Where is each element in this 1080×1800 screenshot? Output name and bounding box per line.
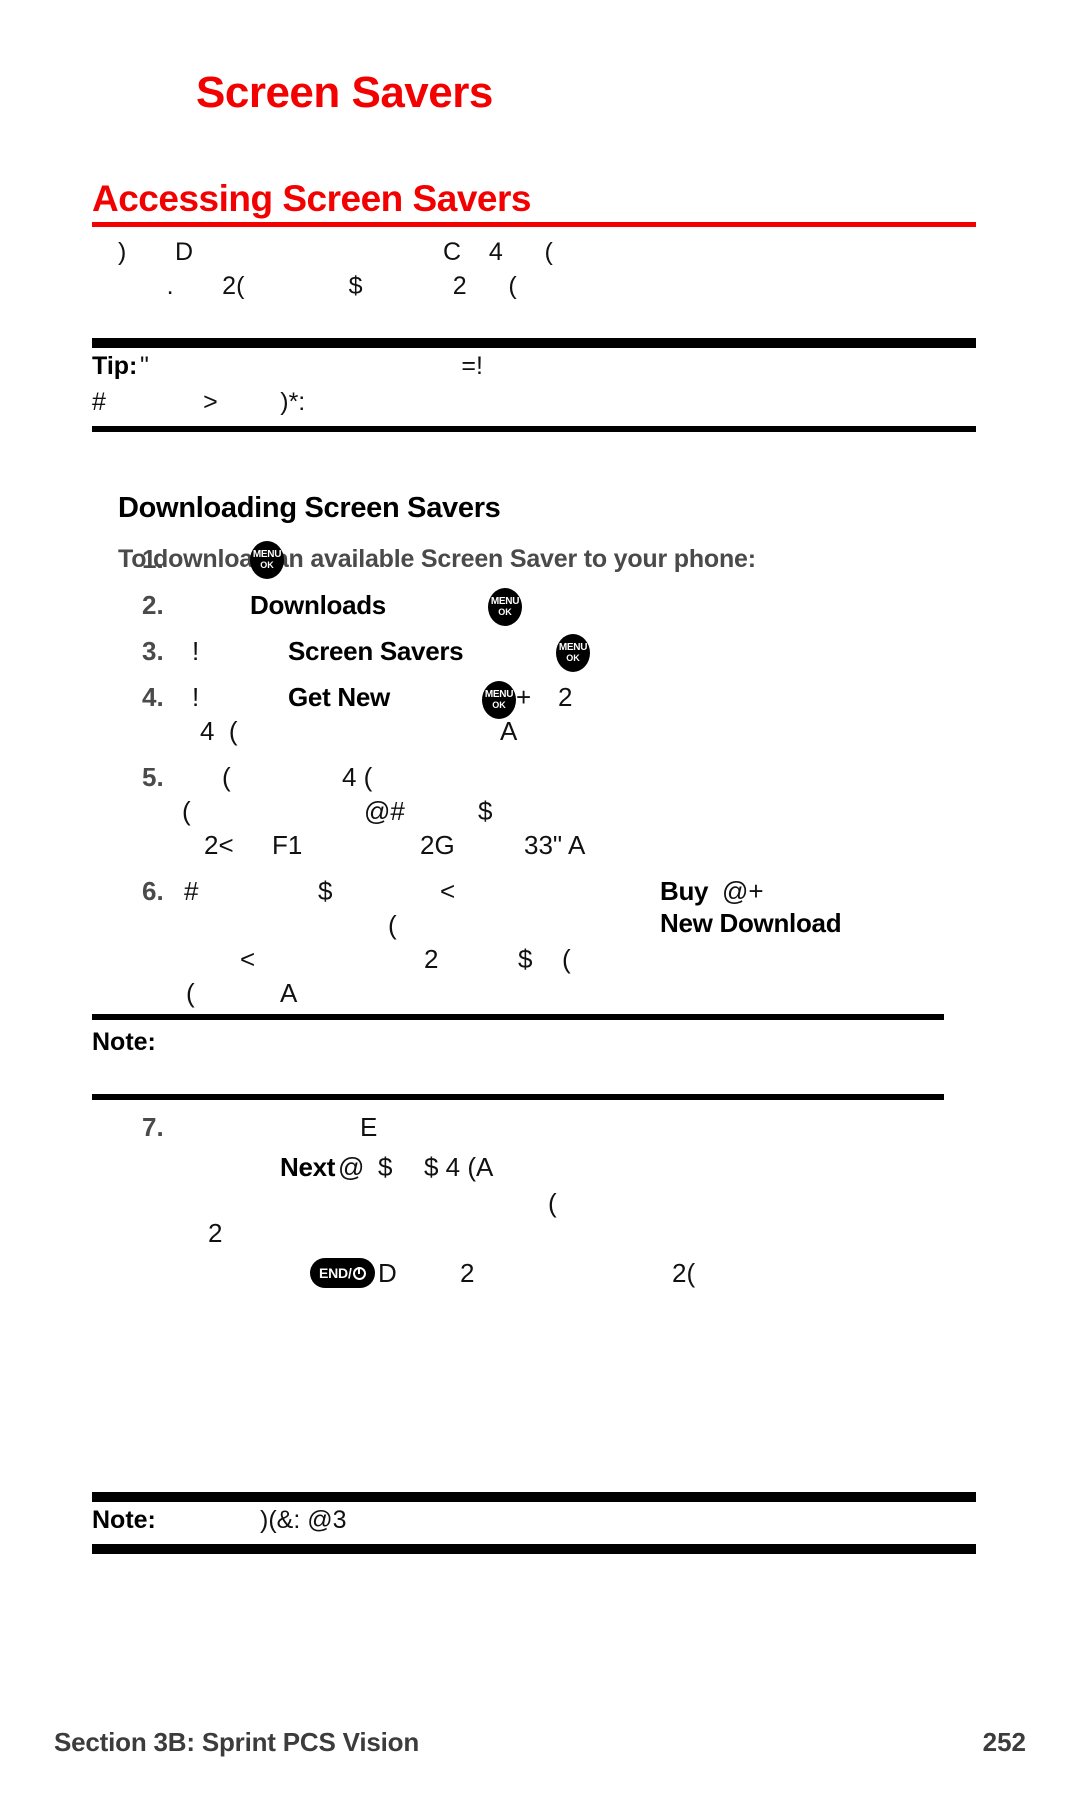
- document-page: Screen Savers Accessing Screen Savers ) …: [0, 0, 1080, 1800]
- step-4-glyph-plus: +: [516, 682, 532, 712]
- tip-box-top-rule: [92, 338, 976, 348]
- step-6-l1-glyph-3: <: [440, 876, 456, 906]
- step-3-menu-label: Screen Savers: [288, 636, 464, 666]
- step-6-l1-glyph-1: #: [184, 876, 199, 906]
- step-number-2: 2.: [142, 590, 164, 620]
- step-2-menu-label: Downloads: [250, 590, 386, 620]
- tip-box-bottom-rule: [92, 426, 976, 432]
- footer-section-label: Section 3B: Sprint PCS Vision: [54, 1727, 420, 1757]
- tip-line-2: # > )*:: [92, 388, 306, 416]
- step-6-l3-glyph-3: $: [518, 944, 533, 974]
- step-number-1: 1.: [142, 544, 164, 574]
- menu-key-line1: MENU: [484, 689, 514, 700]
- step-7-l5-glyph-1: D: [378, 1258, 397, 1288]
- step-7-l1-glyph-1: E: [360, 1112, 378, 1142]
- power-symbol-icon: [352, 1266, 366, 1280]
- step-7-next-label: Next: [280, 1152, 336, 1182]
- section-title: Accessing Screen Savers: [92, 178, 531, 219]
- step-6-l3-glyph-4: (: [562, 944, 571, 974]
- step-4-line2-glyph-1: 4 (: [200, 716, 238, 746]
- footer-page-number: 252: [982, 1727, 1026, 1757]
- menu-ok-key-icon: MENU OK: [488, 588, 522, 626]
- step-4-glyph-2: 2: [558, 682, 573, 712]
- step-7-l5-glyph-2: 2: [460, 1258, 475, 1288]
- note-2-label: Note:: [92, 1506, 156, 1534]
- menu-key-line2: OK: [498, 607, 512, 617]
- step-4-line2-glyph-2: A: [500, 716, 518, 746]
- step-7-l4-glyph-1: 2: [208, 1218, 223, 1248]
- step-5-l2-glyph-1: (: [182, 796, 191, 826]
- menu-key-line1: MENU: [490, 596, 520, 607]
- step-number-3: 3.: [142, 636, 164, 666]
- note-1-label: Note:: [92, 1028, 156, 1056]
- step-7-l2-glyph-1: @: [338, 1152, 365, 1182]
- step-6-l1-glyph-4: @+: [722, 876, 764, 906]
- menu-key-line1: MENU: [252, 549, 282, 560]
- procedure-intro: To download an available Screen Saver to…: [118, 545, 756, 573]
- menu-key-line2: OK: [260, 560, 274, 570]
- step-number-7: 7.: [142, 1112, 164, 1142]
- step-5-l3-glyph-2: F1: [272, 830, 303, 860]
- note-box-2-bottom-rule: [92, 1544, 976, 1554]
- step-6-buy-label: Buy: [660, 876, 709, 906]
- end-key-label: END/: [319, 1265, 352, 1281]
- step-4-glyph-1: !: [192, 682, 200, 712]
- step-5-l2-glyph-2: @#: [364, 796, 405, 826]
- step-5-l1-glyph-2: 4 (: [342, 762, 373, 792]
- step-7-l2-glyph-3: $ 4 (A: [424, 1152, 494, 1182]
- tip-label: Tip:: [92, 352, 138, 380]
- note-box-2-top-rule: [92, 1492, 976, 1502]
- menu-ok-key-icon: MENU OK: [556, 634, 590, 672]
- step-number-4: 4.: [142, 682, 164, 712]
- intro-line-2: . 2( $ 2 (: [118, 272, 517, 300]
- note-box-1-bottom-rule: [92, 1094, 944, 1100]
- menu-ok-key-icon: MENU OK: [250, 541, 284, 579]
- step-7-l5-glyph-3: 2(: [672, 1258, 696, 1288]
- end-power-key-icon: END/: [310, 1258, 375, 1288]
- menu-key-line2: OK: [566, 653, 580, 663]
- step-6-new-download-label: New Download: [660, 908, 842, 938]
- step-6-l4-glyph-1: (: [186, 978, 195, 1008]
- step-number-6: 6.: [142, 876, 164, 906]
- step-6-l1-glyph-2: $: [318, 876, 333, 906]
- step-7-l2-glyph-2: $: [378, 1152, 393, 1182]
- note-2-text: )(&: @3: [260, 1506, 347, 1534]
- section-underline-rule: [92, 222, 976, 227]
- menu-key-line2: OK: [492, 700, 506, 710]
- step-6-l3-glyph-1: <: [240, 944, 256, 974]
- menu-key-line1: MENU: [558, 642, 588, 653]
- step-6-l3-glyph-2: 2: [424, 944, 439, 974]
- step-5-l3-glyph-3: 2G: [420, 830, 455, 860]
- step-7-l3-glyph-1: (: [548, 1188, 557, 1218]
- step-5-l3-glyph-4: 33" A: [524, 830, 586, 860]
- step-5-l3-glyph-1: 2<: [204, 830, 234, 860]
- step-6-l4-glyph-2: A: [280, 978, 298, 1008]
- chapter-title: Screen Savers: [196, 68, 493, 117]
- intro-line-1: ) D C 4 (: [118, 238, 553, 266]
- step-5-l2-glyph-3: $: [478, 796, 493, 826]
- menu-ok-key-icon: MENU OK: [482, 681, 516, 719]
- tip-line-1: " =!: [140, 352, 483, 380]
- step-3-glyph-1: !: [192, 636, 200, 666]
- step-5-l1-glyph-1: (: [222, 762, 231, 792]
- note-box-1-top-rule: [92, 1014, 944, 1020]
- step-6-l2-glyph-1: (: [388, 910, 397, 940]
- step-number-5: 5.: [142, 762, 164, 792]
- step-4-menu-label: Get New: [288, 682, 390, 712]
- subsection-heading: Downloading Screen Savers: [118, 492, 501, 524]
